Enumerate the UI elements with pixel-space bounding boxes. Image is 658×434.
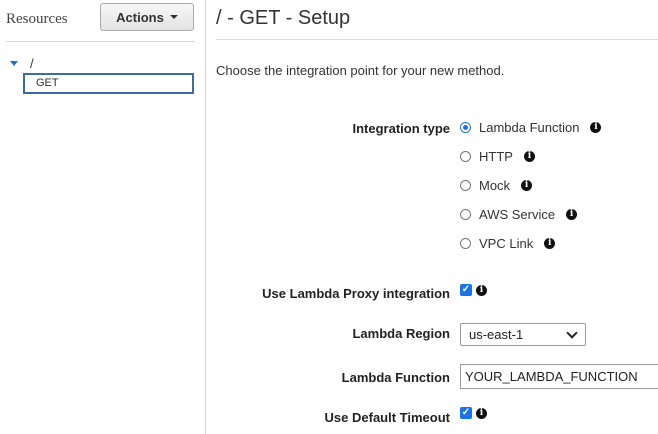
lambda-region-value: us-east-1 (469, 327, 524, 342)
lambda-function-input[interactable]: YOUR_LAMBDA_FUNCTION (460, 364, 658, 389)
tree-item-root[interactable]: / (10, 56, 34, 71)
radio-button[interactable] (460, 209, 471, 220)
radio-label[interactable]: Lambda Function (479, 120, 579, 135)
info-icon[interactable]: i (544, 238, 556, 249)
radio-vpc-link[interactable]: VPC Link i (460, 236, 556, 251)
radio-label[interactable]: AWS Service (479, 207, 555, 222)
radio-button[interactable] (460, 151, 471, 162)
default-timeout-checkbox[interactable]: ✓ (460, 407, 472, 419)
info-icon[interactable]: i (566, 209, 578, 220)
lambda-proxy-control[interactable]: ✓ i (460, 284, 487, 296)
radio-label[interactable]: VPC Link (479, 236, 533, 251)
radio-mock[interactable]: Mock i (460, 178, 533, 193)
integration-type-label: Integration type (352, 121, 450, 136)
radio-button[interactable] (460, 180, 471, 191)
radio-button[interactable] (460, 238, 471, 249)
lambda-region-select[interactable]: us-east-1 (460, 323, 586, 346)
lambda-proxy-checkbox[interactable]: ✓ (460, 284, 472, 296)
resources-panel: Resources Actions / GET (0, 0, 206, 434)
tree-item-get[interactable]: GET (23, 73, 194, 94)
radio-label[interactable]: Mock (479, 178, 510, 193)
caret-down-icon (169, 15, 178, 19)
divider (6, 41, 195, 42)
resources-title: Resources (6, 11, 68, 27)
radio-button[interactable] (460, 122, 471, 133)
radio-lambda-function[interactable]: Lambda Function i (460, 120, 602, 135)
info-icon[interactable]: i (523, 151, 535, 162)
default-timeout-label: Use Default Timeout (324, 410, 450, 425)
title-divider (216, 39, 658, 40)
radio-aws-service[interactable]: AWS Service i (460, 207, 578, 222)
chevron-down-icon (566, 326, 578, 339)
lambda-region-label: Lambda Region (352, 326, 450, 341)
actions-label: Actions (116, 9, 164, 25)
actions-button[interactable]: Actions (100, 3, 194, 31)
tree-root-label: / (30, 56, 34, 71)
page-title: / - GET - Setup (216, 7, 351, 29)
info-icon[interactable]: i (476, 284, 487, 296)
info-icon[interactable]: i (590, 122, 602, 133)
description: Choose the integration point for your ne… (216, 63, 505, 78)
expand-caret-icon[interactable] (10, 61, 18, 66)
info-icon[interactable]: i (521, 180, 533, 191)
lambda-function-label: Lambda Function (341, 370, 450, 385)
lambda-proxy-label: Use Lambda Proxy integration (262, 286, 450, 301)
default-timeout-control[interactable]: ✓ i (460, 407, 487, 419)
radio-http[interactable]: HTTP i (460, 149, 535, 164)
info-icon[interactable]: i (476, 407, 487, 419)
radio-label[interactable]: HTTP (479, 149, 513, 164)
